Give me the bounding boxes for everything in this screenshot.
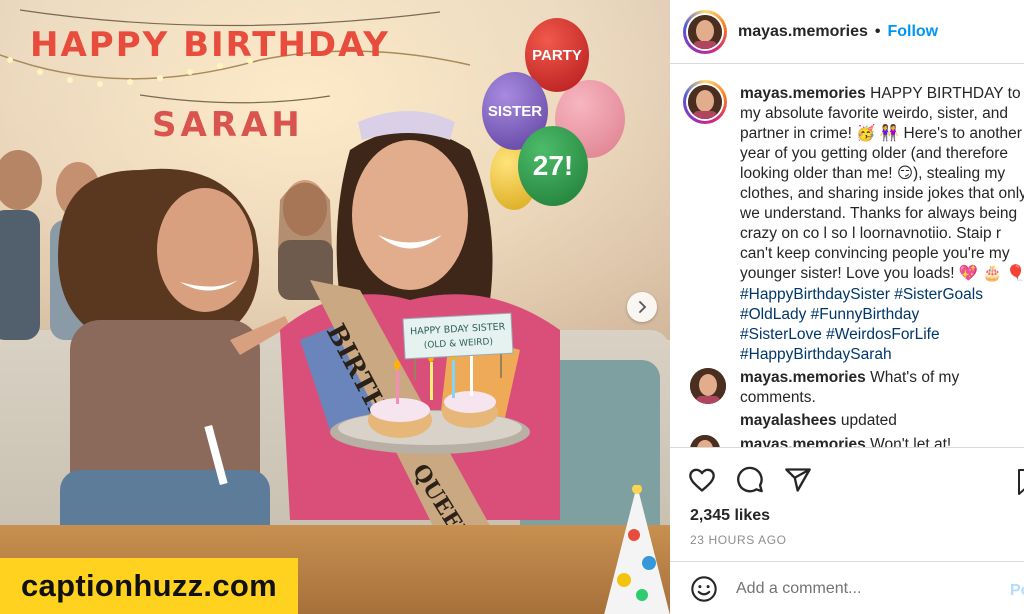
add-comment-bar: Post xyxy=(670,561,1024,614)
comment-username[interactable]: mayalashees xyxy=(740,412,837,429)
caption-avatar[interactable] xyxy=(683,80,727,124)
hashtag-line[interactable]: #SisterLove #WeirdosForLife xyxy=(740,325,1024,345)
action-icons xyxy=(688,466,812,494)
header-username[interactable]: mayas.memories xyxy=(738,23,868,41)
hashtag-line[interactable]: #OldLady #FunnyBirthday xyxy=(740,305,1024,325)
comment-text: mayalashees updated xyxy=(740,411,1024,431)
hashtag-line[interactable]: #HappyBirthdaySarah xyxy=(740,345,1024,365)
bookmark-icon[interactable] xyxy=(1016,468,1024,496)
comment-avatar[interactable] xyxy=(690,368,726,404)
post-timestamp[interactable]: 23 HOURS AGO xyxy=(690,533,787,547)
avatar[interactable] xyxy=(683,9,727,54)
hashtag-list: #HappyBirthdaySister #SisterGoals #OldLa… xyxy=(740,285,1024,365)
comment-avatar[interactable] xyxy=(690,435,720,447)
comment-item: mayas.memories Won't let at! xyxy=(690,435,1024,447)
hashtag-line[interactable]: #HappyBirthdaySister #SisterGoals xyxy=(740,285,1024,305)
caption: mayas.memories HAPPY BIRTHDAY to my abso… xyxy=(740,84,1024,284)
comment-body: updated xyxy=(840,412,897,429)
post-comment-button[interactable]: Post xyxy=(1010,582,1024,600)
post-photo: HAPPY BIRTHDAY SARAH PARTY SISTER 27! BI… xyxy=(0,0,670,614)
comments-section[interactable]: mayas.memories HAPPY BIRTHDAY to my abso… xyxy=(670,64,1024,447)
comment-item: mayas.memories What's of my comments. xyxy=(690,368,1024,406)
next-photo-button[interactable] xyxy=(627,292,657,322)
comment-text: mayas.memories Won't let at! xyxy=(740,435,1024,447)
caption-body: HAPPY BIRTHDAY to my absolute favorite w… xyxy=(740,85,1024,282)
avatar-image xyxy=(688,85,722,119)
post-sidebar: mayas.memories • Follow mayas.memories H… xyxy=(670,0,1024,614)
post-header: mayas.memories • Follow xyxy=(670,0,1024,64)
comment-icon[interactable] xyxy=(736,466,764,494)
comment-body: Won't let at! xyxy=(870,436,952,447)
comment-username[interactable]: mayas.memories xyxy=(740,369,866,386)
sisters-illustration: BIRTH QUEEN HAPPY BDAY SISTER (OLD & WEI… xyxy=(58,111,560,600)
caption-username[interactable]: mayas.memories xyxy=(740,85,866,102)
comment-text: mayas.memories What's of my comments. xyxy=(740,368,1024,408)
header-separator: • xyxy=(874,22,881,40)
avatar-image xyxy=(690,368,726,404)
emoji-icon[interactable] xyxy=(690,575,718,603)
heart-icon[interactable] xyxy=(688,466,716,494)
avatar-image xyxy=(688,14,722,49)
like-count[interactable]: 2,345 likes xyxy=(690,507,770,525)
party-hat xyxy=(604,485,670,614)
comment-input[interactable] xyxy=(736,579,976,598)
comment-username[interactable]: mayas.memories xyxy=(740,436,866,447)
share-icon[interactable] xyxy=(784,466,812,494)
chevron-right-icon xyxy=(639,301,647,313)
watermark: captionhuzz.com xyxy=(0,558,298,614)
post-actions: 2,345 likes 23 HOURS AGO Post xyxy=(670,447,1024,614)
avatar-image xyxy=(690,435,720,447)
follow-button[interactable]: Follow xyxy=(887,23,938,41)
